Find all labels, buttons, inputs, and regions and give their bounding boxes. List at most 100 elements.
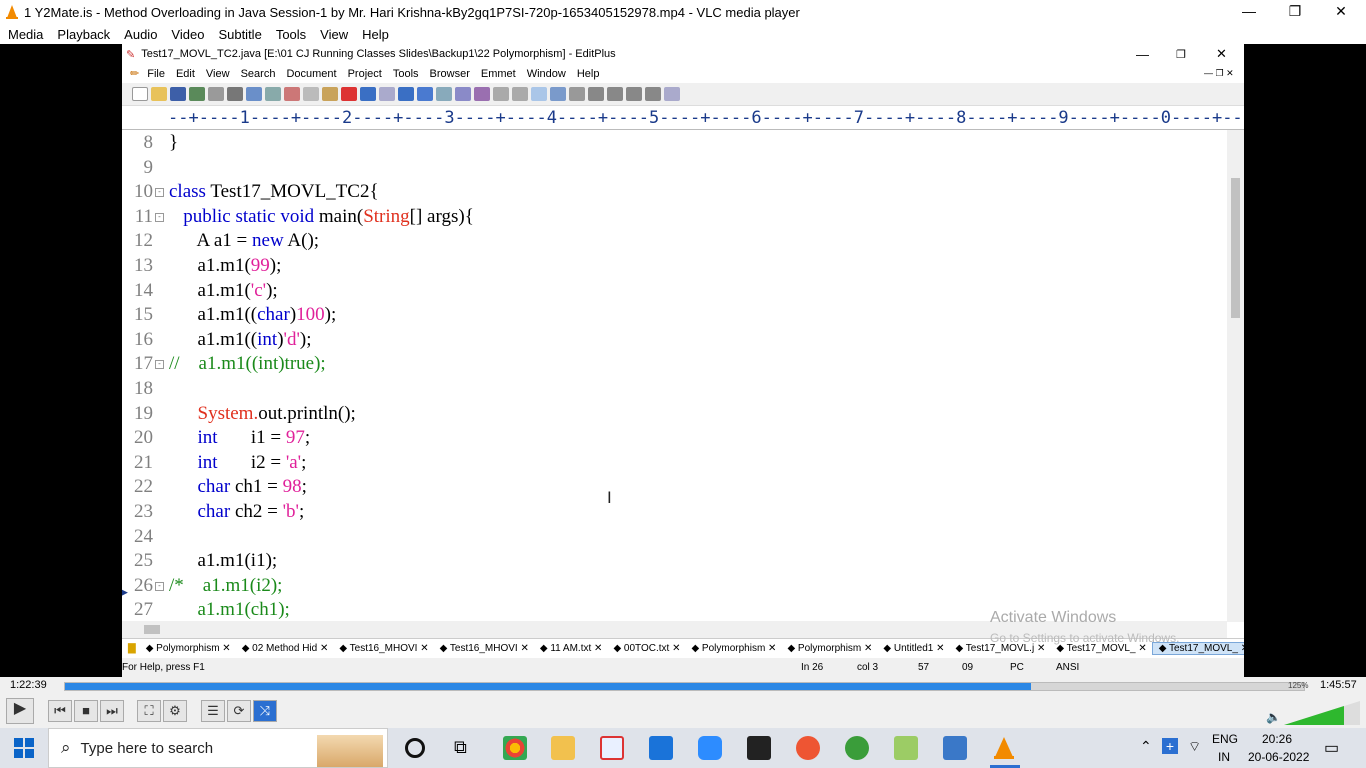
volume-slider[interactable] [1284, 701, 1360, 725]
document-tab[interactable]: ◆ Untitled1 ✕ [877, 643, 949, 654]
ep-menu-edit[interactable]: Edit [176, 68, 195, 80]
document-tab[interactable]: ◆ Test16_MHOVI ✕ [434, 643, 534, 654]
line-number-icon[interactable] [531, 87, 547, 101]
notifications-icon[interactable]: ▭ [1324, 738, 1339, 758]
code-line[interactable]: 23 char ch2 = 'b'; [122, 500, 1222, 525]
code-line[interactable]: 12 A a1 = new A(); [122, 229, 1222, 254]
menu-subtitle[interactable]: Subtitle [218, 27, 261, 42]
code-line[interactable]: 15 a1.m1((char)100); [122, 303, 1222, 328]
editplus-taskbar-icon[interactable] [894, 736, 918, 760]
eclipse-icon[interactable] [845, 736, 869, 760]
code-line[interactable]: 8} [122, 131, 1222, 156]
ruler-icon[interactable] [550, 87, 566, 101]
new-file-icon[interactable] [132, 87, 148, 101]
ep-menu-document[interactable]: Document [286, 68, 336, 80]
delete-icon[interactable] [341, 87, 357, 101]
save-icon[interactable] [170, 87, 186, 101]
code-line[interactable]: 13 a1.m1(99); [122, 254, 1222, 279]
maximize-button[interactable]: ❐ [1272, 0, 1318, 24]
find-in-files-icon[interactable] [436, 87, 452, 101]
store-icon[interactable] [649, 736, 673, 760]
code-line[interactable]: 17-// a1.m1((int)true); [122, 352, 1222, 377]
extended-settings-icon[interactable]: ⚙ [163, 700, 187, 722]
ep-menu-project[interactable]: Project [348, 68, 382, 80]
code-line[interactable]: 16 a1.m1((int)'d'); [122, 328, 1222, 353]
code-line[interactable]: 21 int i2 = 'a'; [122, 451, 1222, 476]
sticky-notes-icon[interactable] [747, 736, 771, 760]
fullscreen-icon[interactable] [645, 87, 661, 101]
ep-menu-view[interactable]: View [206, 68, 230, 80]
menu-playback[interactable]: Playback [57, 27, 110, 42]
hscroll-thumb[interactable] [144, 625, 160, 634]
recorder-icon[interactable] [796, 736, 820, 760]
find-icon[interactable] [398, 87, 414, 101]
loop-icon[interactable]: ⟳ [227, 700, 251, 722]
next-icon[interactable]: ⏭ [100, 700, 124, 722]
photos-icon[interactable] [943, 736, 967, 760]
replace-icon[interactable] [417, 87, 433, 101]
browser-icon[interactable] [265, 87, 281, 101]
undo-icon[interactable] [360, 87, 376, 101]
code-line[interactable]: 25 a1.m1(i1); [122, 549, 1222, 574]
tray-plus-icon[interactable]: + [1162, 738, 1178, 754]
clock-time[interactable]: 20:26 [1262, 732, 1292, 746]
menu-video[interactable]: Video [171, 27, 204, 42]
help-icon[interactable] [664, 87, 680, 101]
fold-toggle-icon[interactable]: - [155, 188, 164, 198]
redo-icon[interactable] [379, 87, 395, 101]
ep-menu-emmet[interactable]: Emmet [481, 68, 516, 80]
zoom-icon[interactable] [698, 736, 722, 760]
stop-icon[interactable]: ■ [74, 700, 98, 722]
menu-view[interactable]: View [320, 27, 348, 42]
cut-icon[interactable] [284, 87, 300, 101]
print-preview-icon[interactable] [208, 87, 224, 101]
code-line[interactable]: 14 a1.m1('c'); [122, 279, 1222, 304]
play-button[interactable]: ▶ [6, 698, 34, 724]
spellcheck-icon[interactable] [246, 87, 262, 101]
windows-start-icon[interactable] [14, 738, 34, 758]
tray-chevron-icon[interactable]: ⌃ [1140, 738, 1152, 755]
font-icon[interactable] [474, 87, 490, 101]
paste-icon[interactable] [322, 87, 338, 101]
fold-toggle-icon[interactable]: - [155, 581, 164, 591]
output-icon[interactable] [626, 87, 642, 101]
copy-icon[interactable] [303, 87, 319, 101]
code-line[interactable]: 19 System.out.println(); [122, 402, 1222, 427]
cortana-icon[interactable] [405, 738, 425, 758]
ep-menu-browser[interactable]: Browser [430, 68, 470, 80]
ep-close-button[interactable]: ✕ [1216, 46, 1227, 62]
cliptext-icon[interactable] [588, 87, 604, 101]
ep-maximize-button[interactable]: ❐ [1176, 48, 1186, 61]
menu-audio[interactable]: Audio [124, 27, 157, 42]
ep-menu-file[interactable]: File [147, 68, 165, 80]
document-tab[interactable]: ◆ Polymorphism ✕ [781, 643, 877, 654]
file-explorer-icon[interactable] [551, 736, 575, 760]
save-all-icon[interactable] [189, 87, 205, 101]
hex-icon[interactable] [493, 87, 509, 101]
document-tab[interactable]: ◆ 00TOC.txt ✕ [607, 643, 685, 654]
settings-icon[interactable] [569, 87, 585, 101]
code-line[interactable]: 24 [122, 525, 1222, 550]
scroll-thumb[interactable] [1231, 178, 1240, 318]
code-editor[interactable]: 8} 9 10- class Test17_MOVL_TC2{11- public s… [122, 130, 1227, 620]
ep-mdi-controls[interactable]: — ❐ ✕ [1204, 68, 1234, 79]
fullscreen-toggle-icon[interactable]: ⛶ [137, 700, 161, 722]
menu-media[interactable]: Media [8, 27, 43, 42]
code-line[interactable]: 9 [122, 156, 1222, 181]
task-view-icon[interactable]: ⧉ [454, 737, 467, 758]
open-folder-icon[interactable] [151, 87, 167, 101]
ep-minimize-button[interactable]: — [1136, 47, 1149, 62]
code-line[interactable]: 26- ▶/* a1.m1(i2); [122, 574, 1222, 599]
ep-menu-help[interactable]: Help [577, 68, 600, 80]
code-line[interactable]: 10- class Test17_MOVL_TC2{ [122, 180, 1222, 205]
document-tab[interactable]: ◆ Polymorphism ✕ [140, 643, 236, 654]
document-tab[interactable]: ◆ Polymorphism ✕ [685, 643, 781, 654]
menu-help[interactable]: Help [362, 27, 389, 42]
seek-bar[interactable] [64, 682, 1305, 691]
document-tab[interactable]: ◆ Test16_MHOVI ✕ [333, 643, 433, 654]
snipping-tool-icon[interactable] [600, 736, 624, 760]
ep-menu-search[interactable]: Search [241, 68, 276, 80]
network-icon[interactable]: ⌔ [1188, 738, 1201, 756]
document-tab[interactable]: ◆ 02 Method Hid ✕ [236, 643, 334, 654]
close-button[interactable]: ✕ [1318, 0, 1364, 24]
